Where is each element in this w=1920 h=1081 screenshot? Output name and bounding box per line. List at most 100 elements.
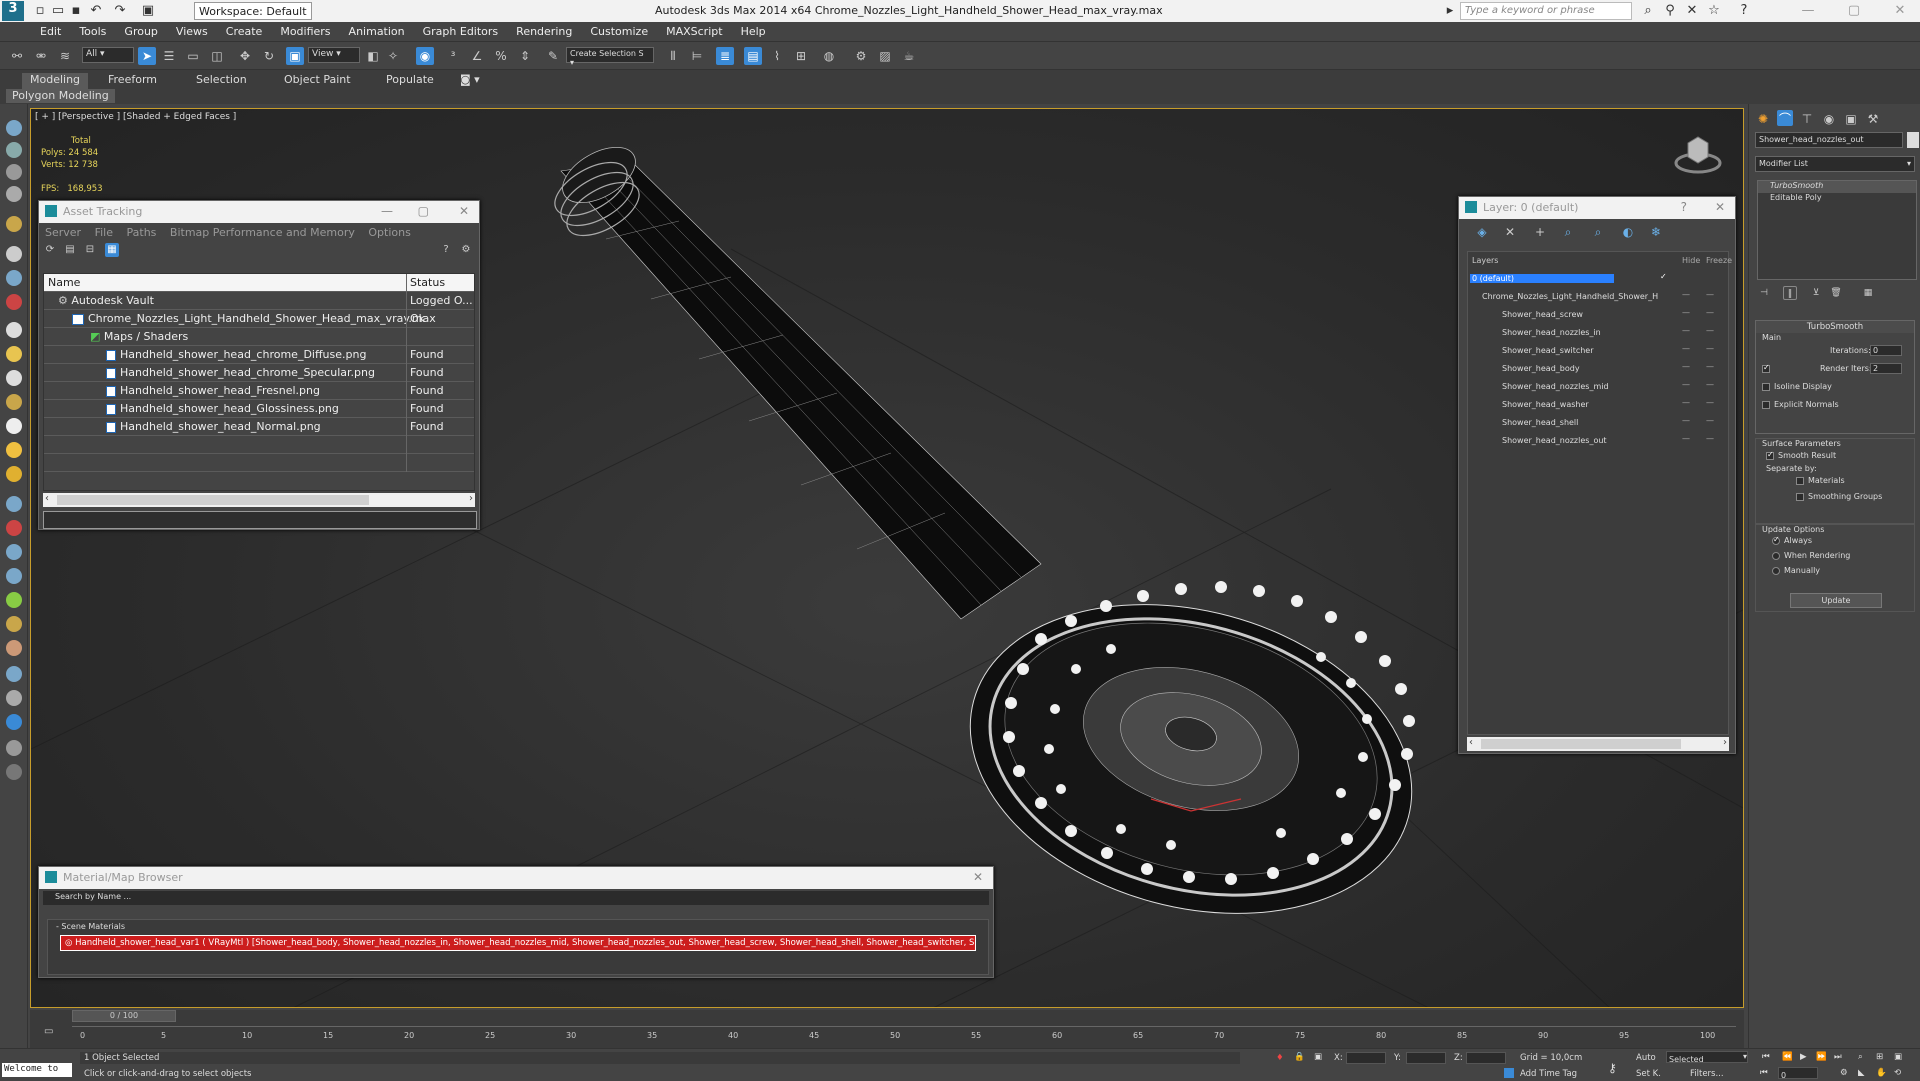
box-tool-icon[interactable]	[6, 322, 22, 338]
refresh-icon[interactable]: ⟳	[43, 243, 57, 257]
help-icon[interactable]: ?	[439, 243, 453, 257]
iterations-spinner[interactable]: 0	[1870, 345, 1902, 356]
current-frame-field[interactable]: 0	[1778, 1067, 1818, 1080]
z-coordinate-field[interactable]	[1466, 1052, 1506, 1064]
object-color-swatch[interactable]	[1907, 132, 1919, 148]
rectangular-selection-icon[interactable]: ▭	[184, 47, 202, 65]
modifier-list-dropdown[interactable]: Modifier List ▾	[1755, 156, 1915, 172]
unlink-icon[interactable]: ⚮	[32, 47, 50, 65]
hide-all-icon[interactable]: ◐	[1619, 223, 1637, 241]
layer-explorer-header[interactable]: Layer: 0 (default)? ✕	[1459, 197, 1735, 219]
manually-radio[interactable]	[1772, 567, 1780, 575]
object-row[interactable]: Shower_head_body — —	[1468, 360, 1728, 378]
undo-icon[interactable]: ↶	[88, 3, 104, 19]
isolate-icon[interactable]: ♦	[1276, 1053, 1284, 1063]
update-button[interactable]: Update	[1790, 593, 1882, 608]
scroll-left-icon[interactable]: ‹	[1469, 737, 1473, 748]
object-row[interactable]: Shower_head_nozzles_out — —	[1468, 432, 1728, 450]
col-freeze[interactable]: Freeze	[1706, 256, 1732, 265]
hide-toggle[interactable]: —	[1682, 380, 1690, 389]
keyboard-shortcut-icon[interactable]: ◉	[416, 47, 434, 65]
object-row[interactable]: Shower_head_washer — —	[1468, 396, 1728, 414]
material-editor-icon[interactable]: ◍	[820, 47, 838, 65]
select-by-name-icon[interactable]: ☰	[160, 47, 178, 65]
cylinder-tool-icon[interactable]	[6, 370, 22, 386]
menu-edit[interactable]: Edit	[0, 22, 70, 38]
sphere-tool-icon[interactable]	[6, 346, 22, 362]
table-row[interactable]: Handheld_shower_head_Fresnel.png Found	[44, 382, 474, 400]
asset-menu-paths[interactable]: Paths	[127, 226, 157, 239]
render-iters-checkbox[interactable]	[1762, 363, 1770, 373]
time-slider[interactable]: 0 / 100	[72, 1010, 176, 1022]
hide-toggle[interactable]: —	[1682, 398, 1690, 407]
help-icon[interactable]: ?	[1681, 200, 1687, 214]
list-view-icon[interactable]: ▤	[63, 243, 77, 257]
table-view-icon[interactable]: ▦	[105, 243, 119, 257]
menu-tools[interactable]: Tools	[70, 22, 115, 38]
object-row[interactable]: Shower_head_nozzles_mid — —	[1468, 378, 1728, 396]
asset-horizontal-scrollbar[interactable]: ‹ ›	[43, 493, 475, 507]
hierarchy-tab-icon[interactable]: ⊤	[1799, 110, 1815, 126]
list-tool-icon[interactable]	[6, 164, 22, 180]
scrollbar-thumb[interactable]	[1481, 739, 1681, 749]
material-search-input[interactable]: Search by Name ...	[43, 891, 989, 905]
table-row[interactable]: Handheld_shower_head_chrome_Diffuse.png F…	[44, 346, 474, 364]
pin-stack-icon[interactable]: ⊣	[1757, 286, 1771, 300]
materials-checkbox[interactable]	[1796, 477, 1804, 485]
col-hide[interactable]: Hide	[1682, 256, 1700, 265]
save-icon[interactable]: ▪	[68, 3, 84, 19]
layer-row-scene[interactable]: Chrome_Nozzles_Light_Handheld_Shower_H — —	[1468, 288, 1728, 306]
col-layers[interactable]: Layers	[1472, 256, 1498, 265]
make-unique-icon[interactable]: ⊻	[1809, 286, 1823, 300]
always-radio[interactable]	[1772, 535, 1780, 545]
active-layer-check-icon[interactable]: ✓	[1660, 272, 1667, 281]
scroll-right-icon[interactable]: ›	[1723, 737, 1727, 748]
tree-view-icon[interactable]: ⊟	[83, 243, 97, 257]
key-icon[interactable]: ⚷	[1608, 1061, 1617, 1075]
freeze-toggle[interactable]: —	[1706, 308, 1714, 317]
hide-toggle[interactable]: —	[1682, 344, 1690, 353]
zoom-icon[interactable]: ⌕	[1858, 1052, 1863, 1062]
menu-rendering[interactable]: Rendering	[507, 22, 581, 38]
torus-tool-icon[interactable]	[6, 394, 22, 410]
previous-frame-icon[interactable]: ⏪	[1782, 1052, 1793, 1062]
close-icon[interactable]: ✕	[1715, 200, 1725, 214]
stack-item-turbosmooth[interactable]: TurboSmooth	[1758, 181, 1916, 193]
maximize-icon[interactable]: ▢	[1846, 3, 1862, 19]
sun-tool-icon[interactable]	[6, 442, 22, 458]
help-tool-icon[interactable]	[6, 764, 22, 780]
table-row[interactable]: Handheld_shower_head_chrome_Specular.png…	[44, 364, 474, 382]
snaps-toggle-icon[interactable]: ³	[444, 47, 462, 65]
scroll-right-icon[interactable]: ›	[469, 493, 473, 504]
table-row[interactable]: ⚙ Autodesk Vault Logged O...	[44, 292, 474, 310]
tab-selection[interactable]: Selection	[196, 73, 247, 89]
maxscript-listener[interactable]: Welcome to	[2, 1063, 72, 1077]
hide-toggle[interactable]: —	[1682, 308, 1690, 317]
render-setup-icon[interactable]: ⚙	[852, 47, 870, 65]
turbosmooth-rollout-title[interactable]: TurboSmooth	[1756, 321, 1914, 333]
freeze-toggle[interactable]: —	[1706, 416, 1714, 425]
window-crossing-icon[interactable]: ◫	[208, 47, 226, 65]
freeze-toggle[interactable]: —	[1706, 380, 1714, 389]
stretch-tool-icon[interactable]	[6, 616, 22, 632]
menu-graph-editors[interactable]: Graph Editors	[414, 22, 508, 38]
add-to-layer-icon[interactable]: +	[1531, 223, 1549, 241]
table-row[interactable]: Chrome_Nozzles_Light_Handheld_Shower_Hea…	[44, 310, 474, 328]
subtab-polygon-modeling[interactable]: Polygon Modeling	[6, 89, 115, 103]
graphite-toolbar-icon[interactable]: ▤	[744, 47, 762, 65]
tab-object-paint[interactable]: Object Paint	[284, 73, 351, 89]
lock-selection-icon[interactable]: 🔒	[1294, 1052, 1305, 1062]
select-link-icon[interactable]: ⚯	[8, 47, 26, 65]
percent-snap-icon[interactable]: %	[492, 47, 510, 65]
hide-toggle[interactable]: —	[1682, 290, 1690, 299]
ribbon-options-icon[interactable]: ◙ ▾	[460, 73, 480, 89]
show-end-result-icon[interactable]: ‖	[1783, 286, 1797, 300]
hide-toggle[interactable]: —	[1682, 434, 1690, 443]
noise-tool-icon[interactable]	[6, 592, 22, 608]
fov-icon[interactable]: ◣	[1858, 1068, 1865, 1078]
close-icon[interactable]: ✕	[1892, 3, 1908, 19]
subscription-icon[interactable]: ⚲	[1662, 3, 1678, 19]
key-mode-icon[interactable]: ⏮	[1760, 1068, 1768, 1078]
search-input[interactable]: Type a keyword or phrase	[1460, 2, 1632, 20]
align-icon[interactable]: ⊨	[688, 47, 706, 65]
